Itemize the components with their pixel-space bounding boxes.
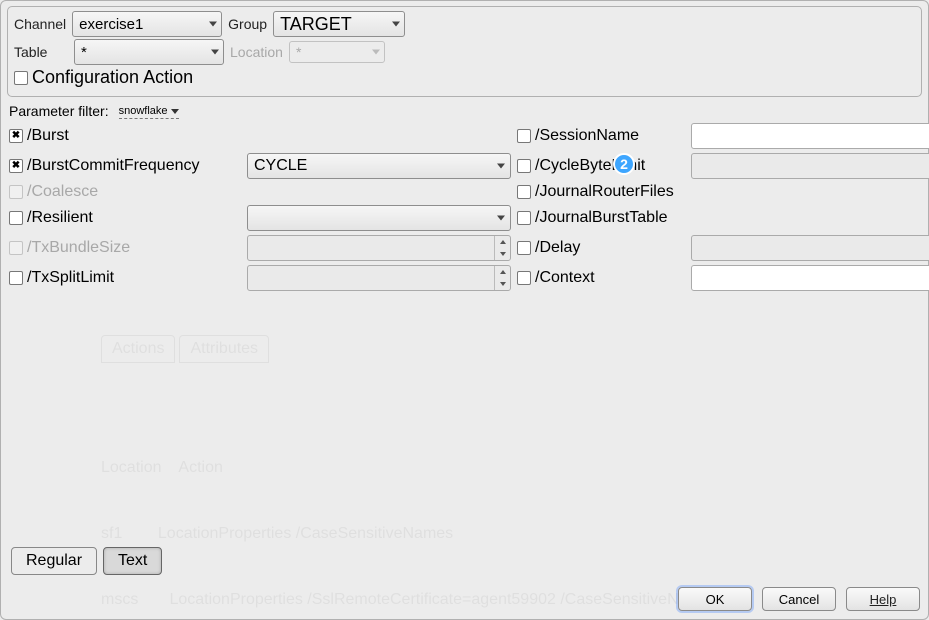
parameter-grid: /Burst /SessionName /BurstCommitFrequenc…: [7, 123, 922, 291]
checkbox-icon: [9, 271, 23, 285]
delay-spinner[interactable]: [691, 235, 929, 261]
step-badge: 2: [613, 153, 635, 175]
chevron-down-icon: [171, 109, 179, 114]
param-filter-row: Parameter filter: snowflake: [9, 103, 922, 119]
delay-check[interactable]: /Delay: [517, 239, 580, 257]
sessionname-check[interactable]: /SessionName: [517, 127, 639, 145]
group-value: TARGET: [280, 14, 352, 35]
checkbox-icon: [9, 241, 23, 255]
location-value: *: [296, 44, 301, 60]
cyclebytelimit-spinner[interactable]: [691, 153, 929, 179]
sessionname-input[interactable]: [691, 123, 929, 149]
location-label: Location: [230, 44, 283, 60]
checkbox-icon: [9, 211, 23, 225]
chevron-down-icon: [497, 164, 505, 169]
coalesce-check: /Coalesce: [9, 183, 98, 201]
spinner-input[interactable]: [692, 236, 929, 260]
help-button[interactable]: Help: [846, 587, 920, 611]
journalrouterfiles-check[interactable]: /JournalRouterFiles: [517, 183, 674, 201]
chevron-down-icon[interactable]: [495, 278, 510, 290]
chevron-down-icon: [497, 216, 505, 221]
chevron-down-icon: [209, 22, 217, 27]
cancel-button[interactable]: Cancel: [762, 587, 836, 611]
ok-button[interactable]: OK: [678, 587, 752, 611]
channel-value: exercise1: [79, 16, 143, 33]
checkbox-icon: [9, 185, 23, 199]
location-combo: *: [289, 41, 385, 63]
table-value: *: [81, 44, 87, 61]
dialog-buttons: OK Cancel Help: [678, 587, 920, 611]
spinner-input[interactable]: [248, 266, 494, 290]
spinner-input[interactable]: [692, 154, 929, 178]
view-tabs: Regular Text: [11, 547, 162, 575]
table-label: Table: [14, 44, 58, 60]
channel-label: Channel: [14, 16, 66, 32]
checkbox-icon: [517, 129, 531, 143]
resilient-check[interactable]: /Resilient: [9, 209, 93, 227]
txsplitlimit-check[interactable]: /TxSplitLimit: [9, 269, 114, 287]
burstcommitfreq-combo[interactable]: CYCLE: [247, 153, 511, 179]
burst-check[interactable]: /Burst: [9, 127, 69, 145]
checkbox-icon: [9, 159, 23, 173]
burstcommitfreq-check[interactable]: /BurstCommitFrequency: [9, 157, 200, 175]
chevron-up-icon[interactable]: [495, 236, 510, 248]
checkbox-icon: [517, 159, 531, 173]
checkbox-icon: [9, 129, 23, 143]
checkbox-icon: [517, 241, 531, 255]
ghost-background: Actions Attributes Location Action sf1 L…: [101, 291, 920, 620]
param-filter-value[interactable]: snowflake: [119, 105, 179, 119]
tab-regular[interactable]: Regular: [11, 547, 97, 575]
dialog-window: Channel exercise1 Group TARGET Table * L…: [0, 0, 929, 620]
group-label: Group: [228, 16, 267, 32]
txsplitlimit-spinner[interactable]: [247, 265, 511, 291]
chevron-down-icon: [392, 22, 400, 27]
checkbox-icon: [517, 185, 531, 199]
group-combo[interactable]: TARGET: [273, 11, 405, 37]
checkbox-icon: [517, 271, 531, 285]
chevron-up-icon[interactable]: [495, 266, 510, 278]
chevron-down-icon: [211, 50, 219, 55]
txbundlesize-check: /TxBundleSize: [9, 239, 130, 257]
chevron-down-icon: [372, 50, 380, 55]
channel-combo[interactable]: exercise1: [72, 11, 222, 37]
context-input[interactable]: [691, 265, 929, 291]
context-check[interactable]: /Context: [517, 269, 595, 287]
journalbursttable-check[interactable]: /JournalBurstTable: [517, 209, 668, 227]
chevron-down-icon[interactable]: [495, 248, 510, 260]
config-action-label: Configuration Action: [32, 67, 193, 88]
spinner-input[interactable]: [248, 236, 494, 260]
config-action-check[interactable]: Configuration Action: [14, 67, 193, 88]
tab-text[interactable]: Text: [103, 547, 162, 575]
param-filter-label: Parameter filter:: [9, 103, 109, 119]
table-combo[interactable]: *: [74, 39, 224, 65]
checkbox-icon: [517, 211, 531, 225]
checkbox-icon: [14, 71, 28, 85]
header-panel: Channel exercise1 Group TARGET Table * L…: [7, 6, 922, 97]
txbundlesize-spinner[interactable]: [247, 235, 511, 261]
resilient-combo[interactable]: [247, 205, 511, 231]
